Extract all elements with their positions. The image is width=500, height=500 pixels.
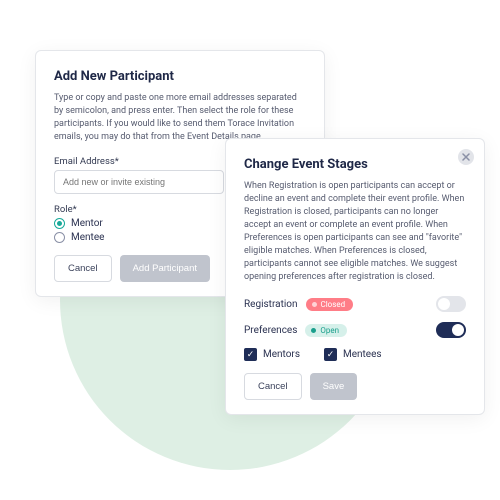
status-text: Open (320, 326, 339, 335)
status-badge: Closed (306, 298, 354, 311)
add-participant-button[interactable]: Add Participant (120, 255, 210, 282)
radio-label: Mentee (71, 232, 104, 243)
dialog-description: When Registration is open participants c… (244, 180, 466, 284)
status-badge: Open (305, 324, 347, 337)
dot-icon (311, 328, 316, 333)
registration-toggle[interactable] (436, 296, 466, 312)
email-field[interactable] (54, 170, 224, 194)
checkbox-label: Mentors (263, 349, 300, 360)
radio-icon (54, 232, 65, 243)
status-text: Closed (321, 300, 346, 309)
save-button[interactable]: Save (310, 373, 358, 400)
change-event-stages-dialog: Change Event Stages When Registration is… (225, 138, 485, 415)
cancel-button[interactable]: Cancel (54, 255, 112, 282)
dialog-title: Change Event Stages (244, 157, 466, 172)
cancel-button[interactable]: Cancel (244, 373, 302, 400)
dialog-title: Add New Participant (54, 69, 306, 84)
close-icon[interactable] (458, 149, 474, 165)
checkbox-label: Mentees (343, 349, 382, 360)
dot-icon (312, 302, 317, 307)
registration-label: Registration (244, 299, 298, 310)
check-icon: ✓ (324, 348, 337, 361)
preferences-toggle[interactable] (436, 322, 466, 338)
preferences-label: Preferences (244, 325, 297, 336)
check-icon: ✓ (244, 348, 257, 361)
dialog-description: Type or copy and paste one more email ad… (54, 92, 306, 144)
radio-label: Mentor (71, 218, 103, 229)
radio-icon (54, 218, 65, 229)
mentees-checkbox[interactable]: ✓ Mentees (324, 348, 382, 361)
mentors-checkbox[interactable]: ✓ Mentors (244, 348, 300, 361)
